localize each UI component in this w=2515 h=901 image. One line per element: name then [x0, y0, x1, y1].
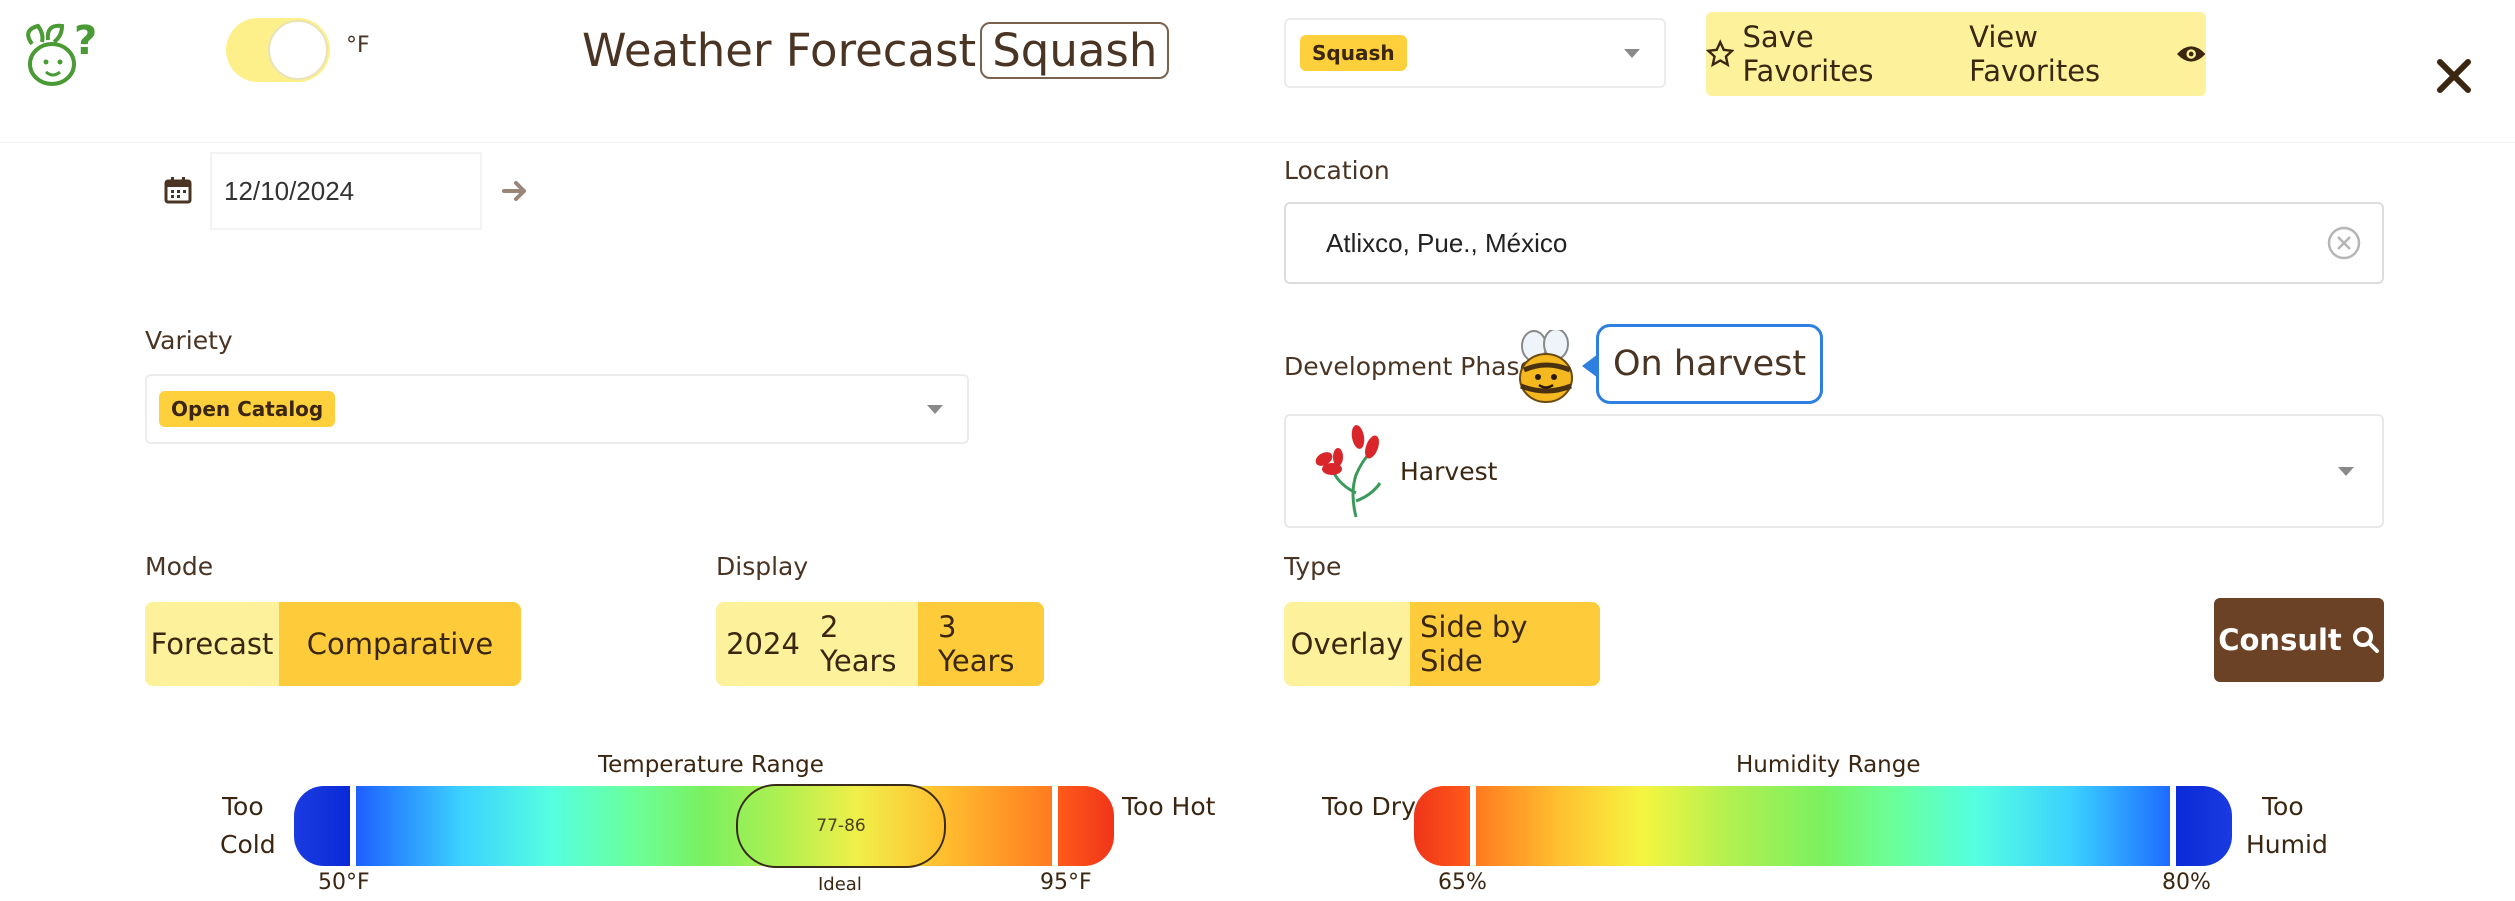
type-option-side-by-side[interactable]: Side by Side [1410, 602, 1600, 686]
temperature-min: 50°F [318, 870, 370, 895]
humidity-gradient-bar [1476, 786, 2170, 866]
phase-value: Harvest [1400, 456, 1498, 486]
save-favorites-label: Save Favorites [1742, 20, 1874, 88]
bee-icon [1519, 328, 1573, 403]
display-option-2-years[interactable]: 2 Years [810, 602, 918, 686]
help-button[interactable]: ? [18, 14, 100, 90]
search-icon [2352, 627, 2379, 653]
crop-select[interactable]: Squash [1284, 18, 1666, 88]
star-outline-icon [1706, 39, 1735, 68]
ideal-label: Ideal [818, 874, 862, 895]
development-phase-select[interactable]: Harvest [1284, 414, 2384, 528]
variety-select[interactable]: Open Catalog [145, 374, 969, 444]
temperature-max: 95°F [1040, 870, 1092, 895]
location-input[interactable]: Atlixco, Pue., México [1284, 202, 2384, 284]
consult-button[interactable]: Consult [2214, 598, 2384, 682]
development-phase-label: Development Phase [1284, 352, 1535, 381]
mode-option-comparative[interactable]: Comparative [279, 602, 521, 686]
header-divider [0, 142, 2515, 143]
mode-label: Mode [145, 552, 214, 581]
date-input[interactable]: 12/10/2024 [210, 152, 482, 230]
temperature-range-title: Temperature Range [598, 752, 824, 778]
humidity-min: 65% [1438, 870, 1487, 895]
too-humid-cap [2176, 786, 2232, 866]
close-button[interactable] [2434, 56, 2474, 96]
display-option-3-years[interactable]: 3 Years [918, 602, 1044, 686]
phase-bubble: On harvest [1582, 324, 1824, 404]
location-value: Atlixco, Pue., México [1326, 227, 1568, 258]
bee-mascot [1512, 328, 1582, 406]
type-option-overlay[interactable]: Overlay [1284, 602, 1410, 686]
too-dry-label: Too Dry [1322, 792, 1416, 821]
phase-bubble-text: On harvest [1613, 344, 1807, 384]
page-title: Weather Forecast Squash [582, 22, 1170, 79]
favorites-group: Save Favorites View Favorites [1706, 12, 2206, 96]
unit-label: °F [346, 33, 370, 58]
location-label: Location [1284, 156, 1390, 185]
chevron-down-icon [2338, 466, 2354, 476]
bee-question-icon: ? [26, 18, 97, 86]
type-segmented: Overlay Side by Side [1284, 602, 1600, 686]
svg-text:?: ? [74, 18, 97, 64]
view-favorites-button[interactable]: View Favorites [1969, 20, 2206, 88]
phase-option: Harvest [1310, 423, 1497, 519]
ideal-range-marker: 77-86 [736, 784, 946, 868]
type-label: Type [1284, 552, 1342, 581]
crop-select-tag: Squash [1300, 35, 1407, 71]
too-dry-cap [1414, 786, 1470, 866]
chevron-down-icon [1624, 48, 1640, 58]
too-cold-label-1: Too [222, 792, 264, 821]
chevron-down-icon [927, 404, 943, 414]
mode-segmented: Forecast Comparative [145, 602, 521, 686]
calendar-icon [164, 177, 192, 204]
flower-icon [1315, 425, 1382, 518]
humidity-max: 80% [2162, 870, 2211, 895]
crop-badge: Squash [980, 22, 1170, 79]
toggle-knob [268, 20, 328, 80]
too-hot-label: Too Hot [1122, 792, 1216, 821]
bubble-pointer [1582, 354, 1598, 378]
view-favorites-label: View Favorites [1969, 20, 2101, 88]
clear-circle-icon[interactable] [2326, 225, 2362, 261]
next-date-button[interactable] [500, 176, 530, 206]
arrow-right-icon [502, 181, 526, 201]
close-icon [2437, 59, 2471, 93]
temperature-gradient-bar [356, 786, 1052, 866]
ideal-range-value: 77-86 [816, 816, 866, 836]
page-title-text: Weather Forecast [582, 24, 977, 77]
too-hot-cap [1058, 786, 1114, 866]
bubble-body: On harvest [1596, 324, 1824, 404]
unit-toggle[interactable] [226, 18, 330, 82]
calendar-icon-wrap[interactable] [164, 176, 192, 204]
date-value: 12/10/2024 [224, 175, 355, 206]
mode-option-forecast[interactable]: Forecast [145, 602, 279, 686]
display-option-2024[interactable]: 2024 [716, 602, 810, 686]
save-favorites-button[interactable]: Save Favorites [1706, 20, 1943, 88]
consult-label: Consult [2218, 623, 2342, 657]
variety-label: Variety [145, 326, 233, 355]
too-humid-label-2: Humid [2246, 830, 2328, 859]
too-humid-label-1: Too [2262, 792, 2304, 821]
display-segmented: 2024 2 Years 3 Years [716, 602, 1044, 686]
humidity-range-title: Humidity Range [1736, 752, 1921, 778]
too-cold-label-2: Cold [220, 830, 276, 859]
too-cold-cap [294, 786, 350, 866]
eye-icon [2176, 46, 2206, 62]
display-label: Display [716, 552, 809, 581]
variety-tag: Open Catalog [159, 391, 336, 427]
